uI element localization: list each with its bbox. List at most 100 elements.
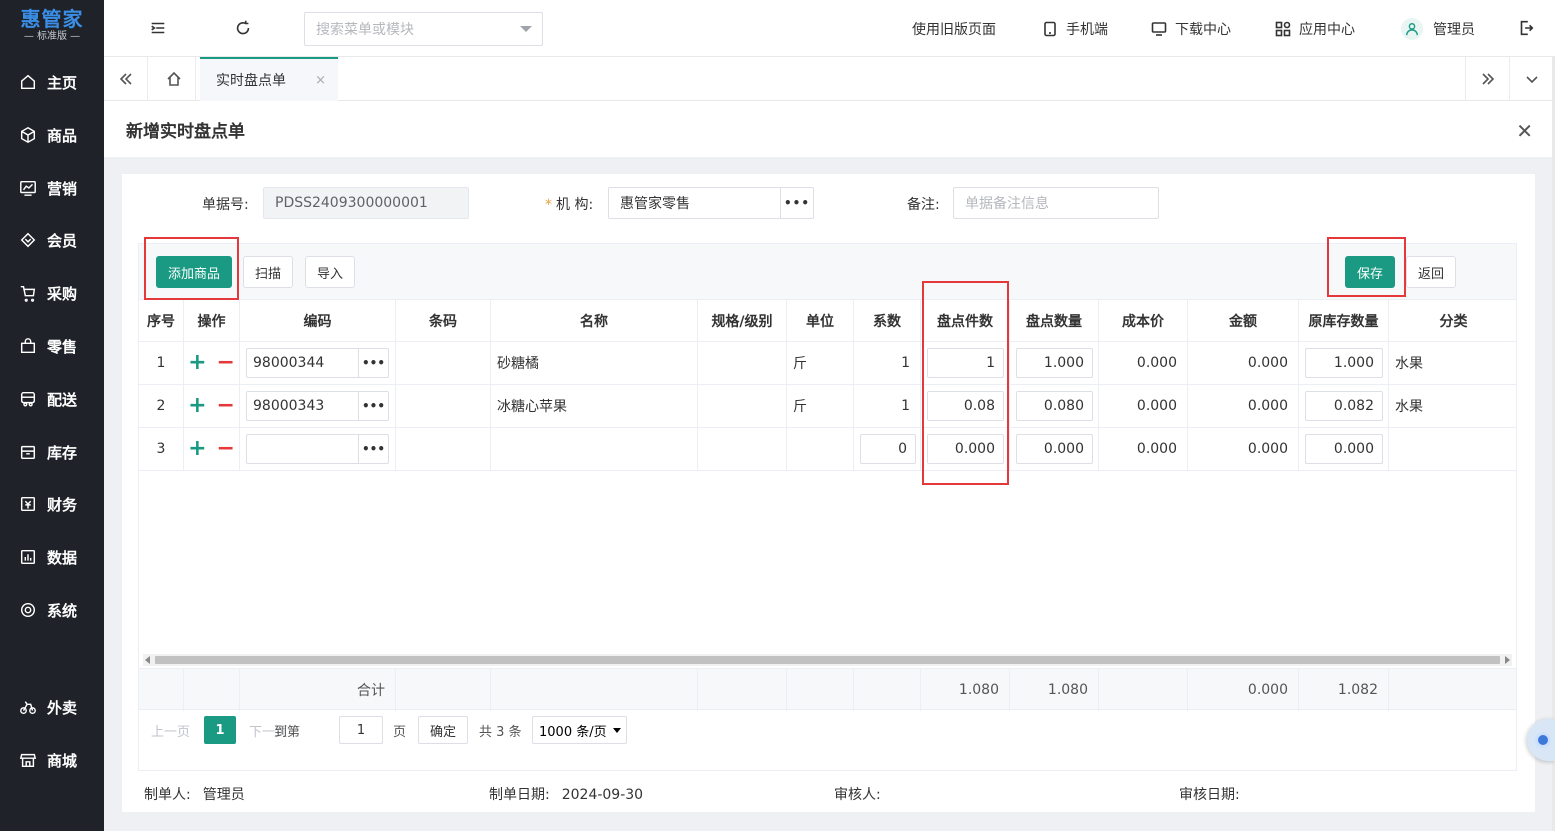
add-product-button[interactable]: 添加商品	[156, 256, 232, 288]
sidebar-item-data[interactable]: 数据	[0, 537, 104, 577]
qty-input[interactable]: 0.000	[1016, 434, 1093, 464]
logout-icon[interactable]	[1516, 18, 1536, 38]
total-cell	[787, 669, 854, 711]
total-qty: 1.080	[1010, 669, 1099, 711]
orig-qty-input[interactable]: 1.000	[1305, 348, 1383, 378]
row-number: 2	[139, 385, 184, 427]
unit-cell: 斤	[787, 385, 854, 427]
col-header: 盘点数量	[1010, 300, 1099, 342]
maker-info: 制单人: 管理员	[144, 784, 245, 804]
refresh-icon[interactable]	[233, 18, 253, 38]
menu-collapse-icon[interactable]	[148, 18, 168, 38]
org-value: 惠管家零售	[620, 196, 690, 212]
scan-button[interactable]: 扫描	[243, 256, 293, 288]
import-button[interactable]: 导入	[305, 256, 355, 288]
goto-confirm-button[interactable]: 确定	[418, 716, 468, 744]
add-row-icon[interactable]: +	[188, 438, 206, 460]
auditor-info: 审核人:	[834, 784, 893, 804]
product-picker-button[interactable]: •••	[358, 349, 388, 377]
qty-cell: 1.000	[1010, 342, 1099, 384]
factor-input[interactable]: 0	[860, 434, 916, 464]
double-chevron-right-icon	[1481, 73, 1494, 85]
search-placeholder: 搜索菜单或模块	[316, 22, 414, 38]
bike-icon	[20, 701, 36, 715]
org-picker-button[interactable]: •••	[780, 188, 813, 218]
sidebar-item-marketing[interactable]: 营销	[0, 168, 104, 208]
sidebar-item-finance[interactable]: 财务	[0, 484, 104, 524]
add-row-icon[interactable]: +	[188, 395, 206, 417]
page-number-input[interactable]: 1	[339, 716, 383, 744]
sidebar-item-products[interactable]: 商品	[0, 115, 104, 155]
org-field[interactable]: 惠管家零售 •••	[608, 187, 814, 219]
user-icon	[1406, 23, 1418, 36]
sidebar-item-members[interactable]: 会员	[0, 220, 104, 260]
code-input[interactable]: 98000343 •••	[246, 391, 389, 421]
sidebar-item-inventory[interactable]: 库存	[0, 432, 104, 472]
product-picker-button[interactable]: •••	[358, 392, 388, 420]
sidebar-item-mall[interactable]: 商城	[0, 740, 104, 780]
sidebar-item-delivery[interactable]: 配送	[0, 379, 104, 419]
save-button[interactable]: 保存	[1345, 256, 1395, 288]
tabs-dropdown-button[interactable]	[1509, 57, 1553, 101]
remark-label: 备注:	[907, 197, 940, 213]
warehouse-icon	[20, 445, 36, 460]
factor-cell: 0	[854, 428, 921, 470]
sidebar-item-takeout[interactable]: 外卖	[0, 687, 104, 727]
col-header: 序号	[139, 300, 184, 342]
product-picker-button[interactable]: •••	[358, 435, 388, 463]
download-center-link[interactable]: 下载中心	[1151, 18, 1231, 40]
qty-input[interactable]: 0.080	[1016, 391, 1093, 421]
old-page-link[interactable]: 使用旧版页面	[912, 18, 996, 40]
scroll-right-arrow-icon[interactable]	[1505, 656, 1510, 664]
pieces-input[interactable]: 0.000	[927, 434, 1004, 464]
col-header: 规格/级别	[698, 300, 787, 342]
app-center-link[interactable]: 应用中心	[1275, 18, 1355, 40]
tabs-scroll-right-button[interactable]	[1465, 57, 1509, 101]
qty-input[interactable]: 1.000	[1016, 348, 1093, 378]
old-page-label: 使用旧版页面	[912, 22, 996, 38]
assistant-icon	[1535, 732, 1551, 748]
remark-input[interactable]: 单据备注信息	[953, 187, 1159, 219]
tabs-scroll-left-button[interactable]	[104, 57, 148, 101]
tab-close-icon[interactable]: ×	[315, 73, 326, 88]
remove-row-icon[interactable]: −	[217, 352, 235, 374]
code-input[interactable]: 98000344 •••	[246, 348, 389, 378]
sidebar-item-home[interactable]: 主页	[0, 62, 104, 102]
sidebar-item-system[interactable]: 系统	[0, 590, 104, 630]
table-horizontal-scrollbar[interactable]	[143, 654, 1512, 666]
remove-row-icon[interactable]: −	[217, 438, 235, 460]
code-input[interactable]: •••	[246, 434, 389, 464]
data-icon	[20, 549, 36, 565]
remove-row-icon[interactable]: −	[217, 395, 235, 417]
home-tab-button[interactable]	[152, 57, 196, 101]
category-cell: 水果	[1395, 356, 1423, 372]
sidebar-item-label: 采购	[47, 284, 78, 303]
pieces-input[interactable]: 0.08	[927, 391, 1004, 421]
search-input[interactable]: 搜索菜单或模块	[304, 12, 543, 46]
user-menu[interactable]: 管理员	[1401, 18, 1475, 40]
table-row: 1 + − 98000344 ••• 砂糖橘 斤 1 1 1.000 0.000…	[139, 342, 1516, 385]
back-button[interactable]: 返回	[1406, 256, 1456, 288]
scrollbar-thumb[interactable]	[155, 656, 1500, 664]
orig-qty-input[interactable]: 0.000	[1305, 434, 1383, 464]
double-chevron-left-icon	[119, 73, 132, 85]
audit-date-info: 审核日期:	[1179, 784, 1252, 804]
mobile-link[interactable]: 手机端	[1042, 18, 1108, 40]
sidebar-item-purchase[interactable]: 采购	[0, 273, 104, 313]
pieces-input[interactable]: 1	[927, 348, 1004, 378]
page-1-button[interactable]: 1	[204, 716, 236, 744]
page-title: 新增实时盘点单	[126, 121, 245, 142]
tab-stocktake[interactable]: 实时盘点单 ×	[200, 57, 338, 101]
orig-qty-cell: 1.000	[1299, 342, 1389, 384]
add-row-icon[interactable]: +	[188, 352, 206, 374]
scroll-left-arrow-icon[interactable]	[145, 656, 150, 664]
col-header: 名称	[491, 300, 698, 342]
doc-no-label: 单据号:	[202, 197, 249, 213]
close-icon[interactable]: ✕	[1516, 119, 1533, 143]
orig-qty-input[interactable]: 0.082	[1305, 391, 1383, 421]
page-size-select[interactable]: 1000 条/页	[532, 716, 627, 744]
total-orig-qty: 1.082	[1299, 669, 1389, 711]
sidebar-item-retail[interactable]: 零售	[0, 326, 104, 366]
prev-page-button[interactable]: 上一页	[151, 716, 190, 744]
qty-cell: 0.080	[1010, 385, 1099, 427]
